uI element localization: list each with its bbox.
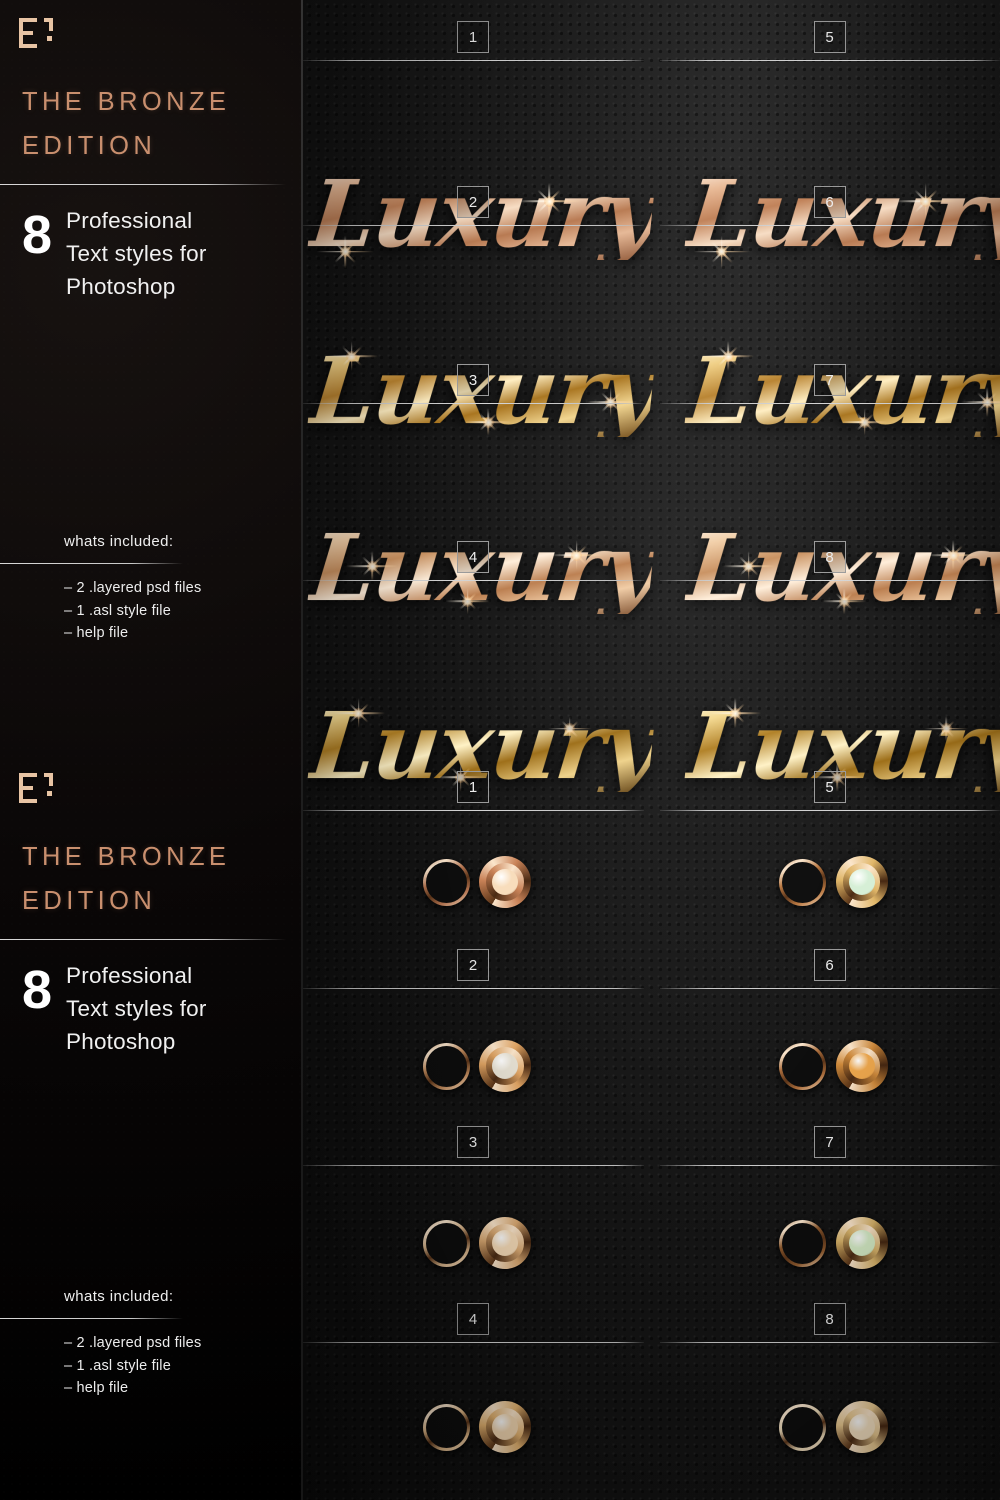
row-divider bbox=[303, 580, 644, 581]
divider bbox=[0, 184, 286, 185]
disc-center bbox=[848, 1414, 875, 1440]
circle-style-group: 4 bbox=[303, 1303, 644, 1343]
disc-center bbox=[848, 1053, 875, 1079]
disc-center bbox=[492, 1230, 518, 1256]
divider bbox=[0, 1318, 183, 1319]
ring-outline-swatch[interactable] bbox=[779, 1043, 826, 1090]
style-number-badge[interactable]: 8 bbox=[813, 1303, 846, 1335]
style-number-badge[interactable]: 2 bbox=[457, 949, 490, 981]
promo-page: THE BRONZE EDITION 8 Professional Text s… bbox=[0, 0, 1000, 1500]
style-number-badge[interactable]: 7 bbox=[813, 1126, 846, 1158]
disc-swatch[interactable] bbox=[479, 856, 531, 908]
showcase: 1 Luxury 2 Luxury 3 Luxury 4 Luxury 5 Luxury 6 Luxu… bbox=[303, 0, 1000, 1500]
disc-swatch[interactable] bbox=[835, 1217, 888, 1269]
styles-count-number: 8 bbox=[22, 205, 52, 265]
text-style-group: 5 bbox=[659, 21, 1000, 61]
ring-outline-swatch[interactable] bbox=[423, 1220, 470, 1267]
text-style-group: 3 bbox=[303, 364, 644, 404]
circle-style-group: 3 bbox=[303, 1126, 644, 1166]
circle-style-group: 8 bbox=[659, 1303, 1000, 1343]
luxury-sample-wrap: Luxury bbox=[682, 337, 1000, 465]
page-title: THE BRONZE EDITION bbox=[22, 88, 231, 160]
disc-center bbox=[492, 869, 518, 895]
included-list: – 2 .layered psd files – 1 .asl style fi… bbox=[64, 580, 202, 641]
included-list: – 2 .layered psd files – 1 .asl style fi… bbox=[64, 1335, 202, 1396]
style-number-badge[interactable]: 5 bbox=[813, 21, 846, 53]
styles-count-label: Professional Text styles for Photoshop bbox=[66, 963, 207, 1054]
luxury-sample-wrap: Luxury bbox=[682, 514, 1000, 642]
ring-outline-swatch[interactable] bbox=[423, 859, 470, 906]
style-number-badge[interactable]: 6 bbox=[813, 186, 846, 218]
styles-count-block: 8 Professional Text styles for Photoshop bbox=[22, 959, 207, 1058]
included-title: whats included: bbox=[64, 533, 174, 550]
ring-outline-swatch[interactable] bbox=[779, 859, 826, 906]
disc-center bbox=[492, 1414, 518, 1440]
row-divider bbox=[659, 810, 1000, 811]
row-divider bbox=[659, 1165, 1000, 1166]
disc-swatch[interactable] bbox=[479, 1040, 531, 1092]
e-bracket-logo-icon bbox=[19, 773, 53, 803]
text-style-group: 7 bbox=[659, 364, 1000, 404]
sidebar: THE BRONZE EDITION 8 Professional Text s… bbox=[0, 0, 303, 1500]
style-number-badge[interactable]: 4 bbox=[457, 1303, 490, 1335]
ring-outline-swatch[interactable] bbox=[779, 1404, 826, 1451]
row-divider bbox=[303, 60, 644, 61]
row-divider bbox=[303, 225, 644, 226]
style-number-badge[interactable]: 1 bbox=[457, 771, 490, 803]
disc-swatch[interactable] bbox=[479, 1217, 531, 1269]
ring-outline-swatch[interactable] bbox=[423, 1043, 470, 1090]
row-divider bbox=[659, 580, 1000, 581]
style-number-badge[interactable]: 2 bbox=[457, 186, 490, 218]
row-divider bbox=[303, 1342, 644, 1343]
style-number-badge[interactable]: 7 bbox=[813, 364, 846, 396]
luxury-sample-wrap: Luxury bbox=[305, 337, 660, 465]
text-style-group: 8 bbox=[659, 541, 1000, 581]
styles-count-block: 8 Professional Text styles for Photoshop bbox=[22, 204, 207, 303]
row-divider bbox=[303, 1165, 644, 1166]
styles-count-number: 8 bbox=[22, 960, 52, 1020]
row-divider bbox=[659, 1342, 1000, 1343]
style-number-badge[interactable]: 1 bbox=[457, 21, 490, 53]
row-divider bbox=[659, 403, 1000, 404]
text-style-group: 1 bbox=[303, 21, 644, 61]
style-number-badge[interactable]: 3 bbox=[457, 1126, 490, 1158]
divider bbox=[0, 939, 286, 940]
style-number-badge[interactable]: 4 bbox=[457, 541, 490, 573]
circle-style-group: 7 bbox=[659, 1126, 1000, 1166]
style-number-badge[interactable]: 5 bbox=[813, 771, 846, 803]
circle-style-group: 5 bbox=[659, 771, 1000, 811]
page-title: THE BRONZE EDITION bbox=[22, 843, 231, 915]
circle-style-group: 1 bbox=[303, 771, 644, 811]
row-divider bbox=[659, 225, 1000, 226]
disc-swatch[interactable] bbox=[835, 1401, 888, 1453]
luxury-sample-wrap: Luxury bbox=[305, 514, 660, 642]
styles-count-label: Professional Text styles for Photoshop bbox=[66, 208, 207, 299]
style-number-badge[interactable]: 6 bbox=[813, 949, 846, 981]
disc-center bbox=[848, 869, 875, 895]
row-divider bbox=[303, 988, 644, 989]
circle-style-group: 2 bbox=[303, 949, 644, 989]
divider bbox=[0, 563, 183, 564]
disc-center bbox=[492, 1053, 518, 1079]
included-title: whats included: bbox=[64, 1288, 174, 1305]
row-divider bbox=[303, 403, 644, 404]
disc-center bbox=[848, 1230, 875, 1256]
row-divider bbox=[659, 988, 1000, 989]
disc-swatch[interactable] bbox=[835, 1040, 888, 1092]
row-divider bbox=[303, 810, 644, 811]
circle-style-group: 6 bbox=[659, 949, 1000, 989]
text-style-group: 4 bbox=[303, 541, 644, 581]
text-style-group: 2 bbox=[303, 186, 644, 226]
disc-swatch[interactable] bbox=[835, 856, 888, 908]
disc-swatch[interactable] bbox=[479, 1401, 531, 1453]
style-number-badge[interactable]: 3 bbox=[457, 364, 490, 396]
style-number-badge[interactable]: 8 bbox=[813, 541, 846, 573]
e-bracket-logo-icon bbox=[19, 18, 53, 48]
ring-outline-swatch[interactable] bbox=[779, 1220, 826, 1267]
ring-outline-swatch[interactable] bbox=[423, 1404, 470, 1451]
text-style-group: 6 bbox=[659, 186, 1000, 226]
row-divider bbox=[659, 60, 1000, 61]
